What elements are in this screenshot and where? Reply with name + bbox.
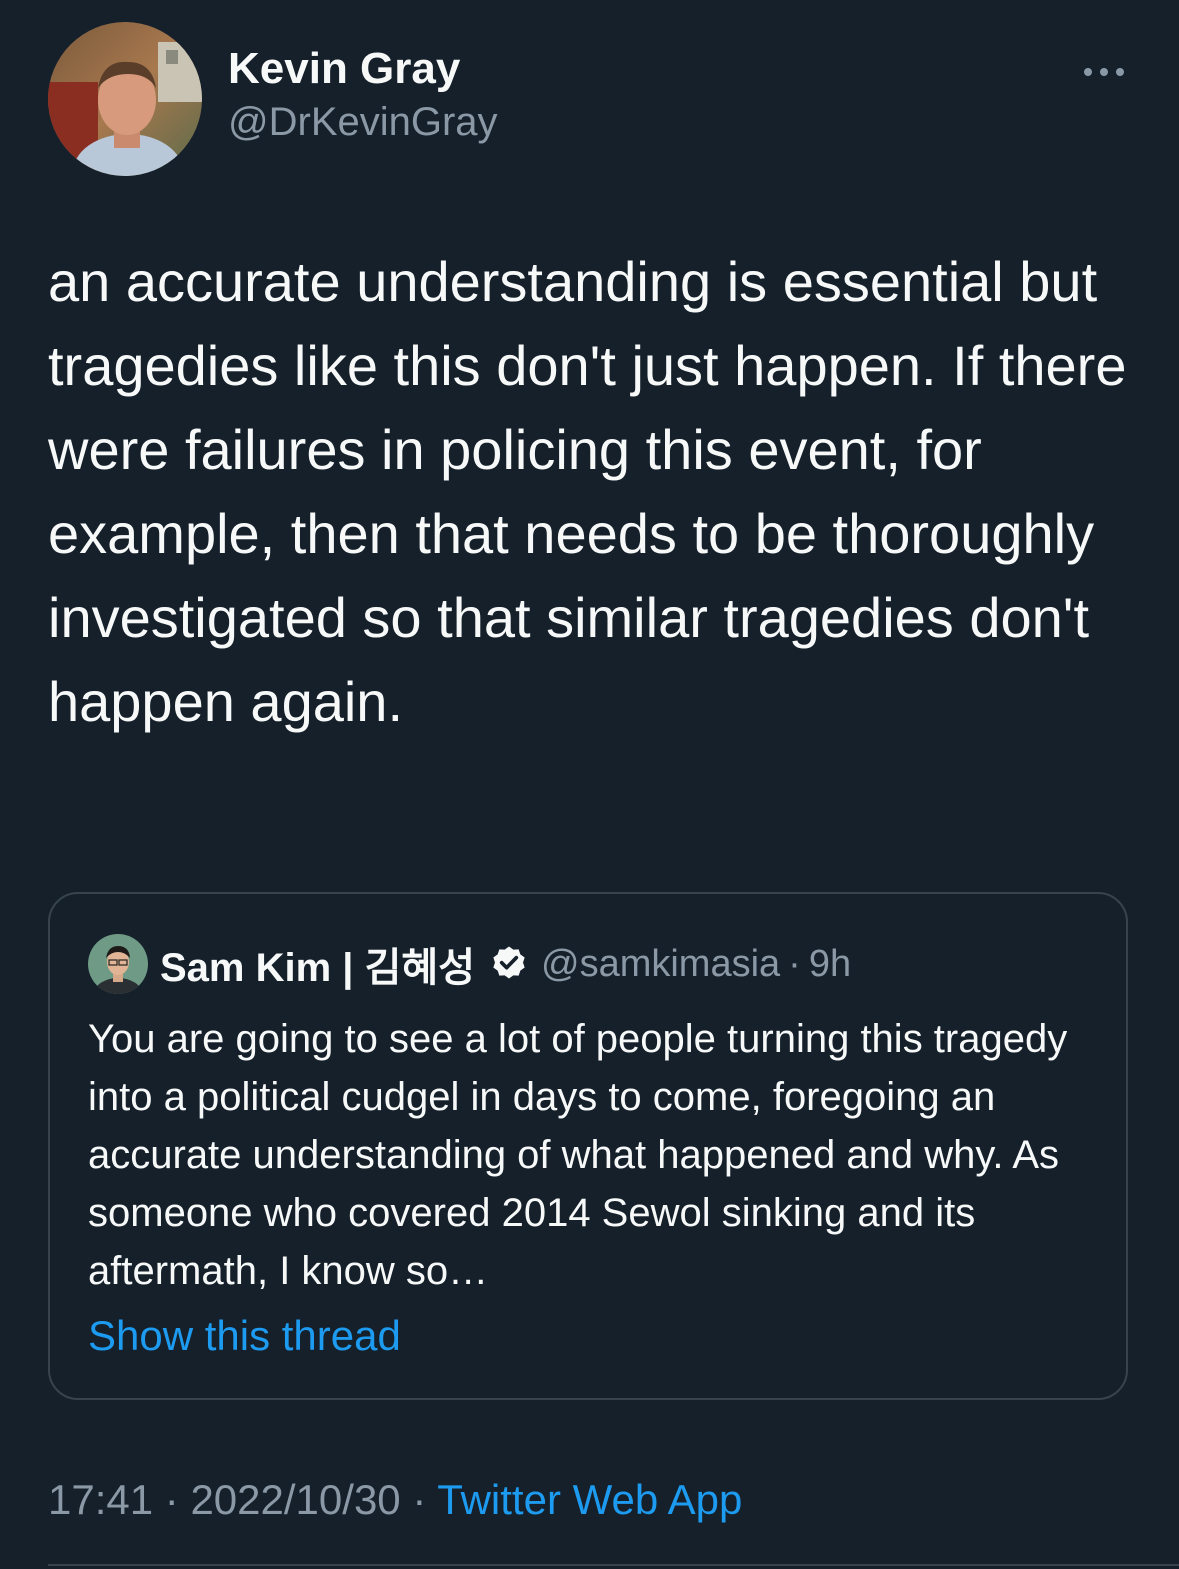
quoted-timestamp[interactable]: 9h xyxy=(809,943,851,986)
author-avatar[interactable] xyxy=(48,22,202,176)
tweet-meta: 17:41 · 2022/10/30 · Twitter Web App xyxy=(48,1476,742,1524)
author-name[interactable]: Kevin Gray xyxy=(228,44,460,94)
tweet-date[interactable]: 2022/10/30 xyxy=(190,1476,400,1523)
tweet-time[interactable]: 17:41 xyxy=(48,1476,153,1523)
show-thread-link[interactable]: Show this thread xyxy=(88,1312,401,1360)
quoted-tweet-header: Sam Kim | 김혜성 @samkimasia · 9h xyxy=(88,934,851,994)
author-handle[interactable]: @DrKevinGray xyxy=(228,100,498,145)
quoted-separator: · xyxy=(788,942,801,985)
tweet-text: an accurate understanding is essential b… xyxy=(48,250,1127,733)
meta-separator: · xyxy=(412,1476,427,1523)
tweet-source-link[interactable]: Twitter Web App xyxy=(437,1476,742,1523)
quoted-author-name[interactable]: Sam Kim | 김혜성 xyxy=(160,935,475,993)
quoted-author-handle[interactable]: @samkimasia xyxy=(541,943,780,986)
quoted-tweet-card[interactable]: Sam Kim | 김혜성 @samkimasia · 9h You are g… xyxy=(48,892,1128,1400)
quoted-tweet-text: You are going to see a lot of people tur… xyxy=(88,1017,1068,1293)
author-avatar-image xyxy=(48,22,202,176)
quoted-author-avatar[interactable] xyxy=(88,934,148,994)
verified-badge-icon xyxy=(489,944,529,984)
more-horizontal-icon[interactable] xyxy=(1080,58,1128,86)
divider xyxy=(48,1564,1179,1566)
meta-separator: · xyxy=(164,1476,179,1523)
